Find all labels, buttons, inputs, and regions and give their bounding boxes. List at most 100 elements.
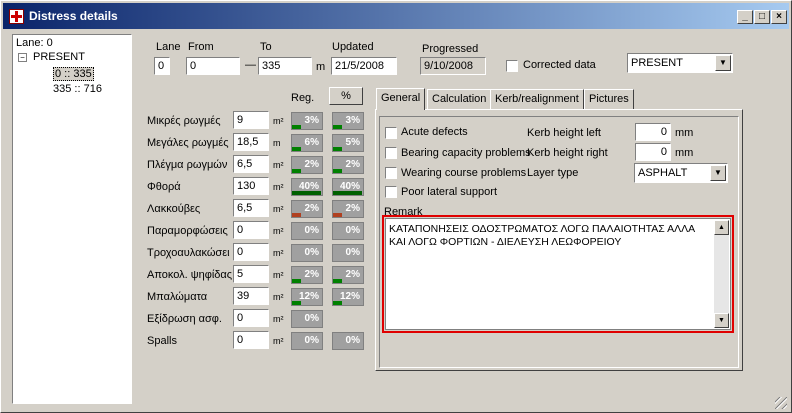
reg-fill (292, 279, 301, 283)
pct-bar: 2% (332, 200, 364, 218)
reg-percent-bar: 0% (291, 244, 323, 262)
range-dash: — (245, 59, 256, 71)
bearing-capacity-label: Bearing capacity problems (401, 147, 531, 159)
bearing-capacity-checkbox[interactable] (385, 147, 397, 159)
kerb-right-field[interactable]: 0 (635, 143, 671, 161)
scrollbar-track[interactable] (714, 235, 729, 313)
wearing-course-label: Wearing course problems (401, 167, 527, 179)
distress-unit: m² (273, 204, 284, 214)
layer-type-label: Layer type (527, 167, 579, 179)
percent-button[interactable]: % (329, 87, 363, 105)
corrected-label: Corrected data (523, 59, 596, 71)
distress-value-field[interactable]: 39 (233, 287, 269, 305)
scenario-select[interactable]: PRESENT ▼ (627, 53, 733, 73)
remark-text: ΚΑΤΑΠΟΝΗΣΕΙΣ ΟΔΟΣΤΡΩΜΑΤΟΣ ΛΟΓΩ ΠΑΛΑΙΟΤΗΤ… (389, 223, 695, 248)
distress-label: Αποκολ. ψηφίδας (147, 269, 233, 281)
distress-value-field[interactable]: 130 (233, 177, 269, 195)
tree-item[interactable]: 335 :: 716 (53, 83, 102, 95)
to-field[interactable]: 335 (258, 57, 312, 75)
remark-highlight: ΚΑΤΑΠΟΝΗΣΕΙΣ ΟΔΟΣΤΡΩΜΑΤΟΣ ΛΟΓΩ ΠΑΛΑΙΟΤΗΤ… (382, 215, 734, 333)
distress-unit: m² (273, 270, 284, 280)
distress-value-field[interactable]: 9 (233, 111, 269, 129)
reg-percent-text: 0% (304, 225, 319, 236)
distress-value-field[interactable]: 18,5 (233, 133, 269, 151)
reg-percent-bar: 2% (291, 266, 323, 284)
collapse-icon[interactable]: − (18, 53, 27, 62)
lane-label: Lane (156, 41, 181, 53)
distress-value-field[interactable]: 6,5 (233, 199, 269, 217)
pct-bar: 0% (332, 244, 364, 262)
reg-percent-bar: 12% (291, 288, 323, 306)
scroll-down-icon[interactable]: ▼ (714, 313, 729, 328)
distress-value-field[interactable]: 5 (233, 265, 269, 283)
reg-percent-bar: 3% (291, 112, 323, 130)
tab-pictures[interactable]: Pictures (584, 89, 634, 109)
distress-value-field[interactable]: 0 (233, 331, 269, 349)
reg-percent-bar: 0% (291, 310, 323, 328)
kerb-left-label: Kerb height left (527, 127, 601, 139)
tab-general[interactable]: General (376, 88, 426, 110)
reg-percent-bar: 6% (291, 134, 323, 152)
section-tree[interactable]: Lane: 0 − PRESENT 0 :: 335 335 :: 716 (12, 34, 132, 404)
tab-kerb-realignment[interactable]: Kerb/realignment (490, 89, 584, 109)
minimize-button[interactable]: _ (737, 10, 753, 24)
reg-percent-text: 3% (304, 115, 319, 126)
distress-value-field[interactable]: 6,5 (233, 155, 269, 173)
distress-value-field[interactable]: 0 (233, 309, 269, 327)
distress-label: Πλέγμα ρωγμών (147, 159, 228, 171)
pct-fill (333, 147, 342, 151)
tree-item-selected[interactable]: 0 :: 335 (53, 67, 94, 81)
title-bar[interactable]: Distress details _ □ × (3, 3, 789, 29)
maximize-button[interactable]: □ (754, 10, 770, 24)
distress-label: Μικρές ρωγμές (147, 115, 221, 127)
pct-bar: 0% (332, 222, 364, 240)
distress-unit: m² (273, 116, 284, 126)
reg-percent-text: 2% (304, 269, 319, 280)
kerb-right-unit: mm (675, 147, 694, 159)
remark-textarea[interactable]: ΚΑΤΑΠΟΝΗΣΕΙΣ ΟΔΟΣΤΡΩΜΑΤΟΣ ΛΟΓΩ ΠΑΛΑΙΟΤΗΤ… (385, 218, 731, 330)
poor-lateral-checkbox[interactable] (385, 186, 397, 198)
distress-label: Τροχοαυλακώσει (147, 247, 230, 259)
reg-percent-text: 2% (304, 159, 319, 170)
pct-fill (333, 169, 342, 173)
from-field[interactable]: 0 (186, 57, 240, 75)
kerb-right-label: Kerb height right (527, 147, 608, 159)
distress-unit: m (273, 138, 281, 148)
pct-fill (333, 213, 342, 217)
reg-percent-bar: 0% (291, 332, 323, 350)
reg-percent-bar: 2% (291, 200, 323, 218)
pct-bar: 40% (332, 178, 364, 196)
tree-node-present[interactable]: PRESENT (33, 51, 85, 63)
corrected-checkbox[interactable] (506, 60, 518, 72)
scroll-up-icon[interactable]: ▲ (714, 220, 729, 235)
updated-field[interactable]: 21/5/2008 (331, 57, 397, 75)
distress-unit: m² (273, 182, 284, 192)
lane-field[interactable]: 0 (154, 57, 170, 75)
distress-value-field[interactable]: 0 (233, 243, 269, 261)
distress-label: Μπαλώματα (147, 291, 208, 303)
distress-value-field[interactable]: 0 (233, 221, 269, 239)
layer-type-select[interactable]: ASPHALT ▼ (634, 163, 728, 183)
pct-text: 0% (345, 247, 360, 258)
wearing-course-checkbox[interactable] (385, 167, 397, 179)
window-title: Distress details (29, 9, 118, 23)
progressed-field: 9/10/2008 (420, 57, 486, 75)
tree-root-label[interactable]: Lane: 0 (16, 37, 53, 49)
reg-fill (292, 169, 301, 173)
chevron-down-icon[interactable]: ▼ (715, 55, 731, 71)
updated-label: Updated (332, 41, 374, 53)
pct-text: 40% (339, 181, 360, 192)
to-label: To (260, 41, 272, 53)
kerb-left-unit: mm (675, 127, 694, 139)
pct-bar: 12% (332, 288, 364, 306)
distress-unit: m² (273, 248, 284, 258)
close-button[interactable]: × (771, 10, 787, 24)
tab-calculation[interactable]: Calculation (427, 89, 492, 109)
chevron-down-icon[interactable]: ▼ (710, 165, 726, 181)
acute-defects-checkbox[interactable] (385, 127, 397, 139)
kerb-left-field[interactable]: 0 (635, 123, 671, 141)
reg-percent-bar: 2% (291, 156, 323, 174)
pct-bar: 0% (332, 332, 364, 350)
pct-text: 5% (345, 137, 360, 148)
resize-grip[interactable] (775, 397, 787, 409)
